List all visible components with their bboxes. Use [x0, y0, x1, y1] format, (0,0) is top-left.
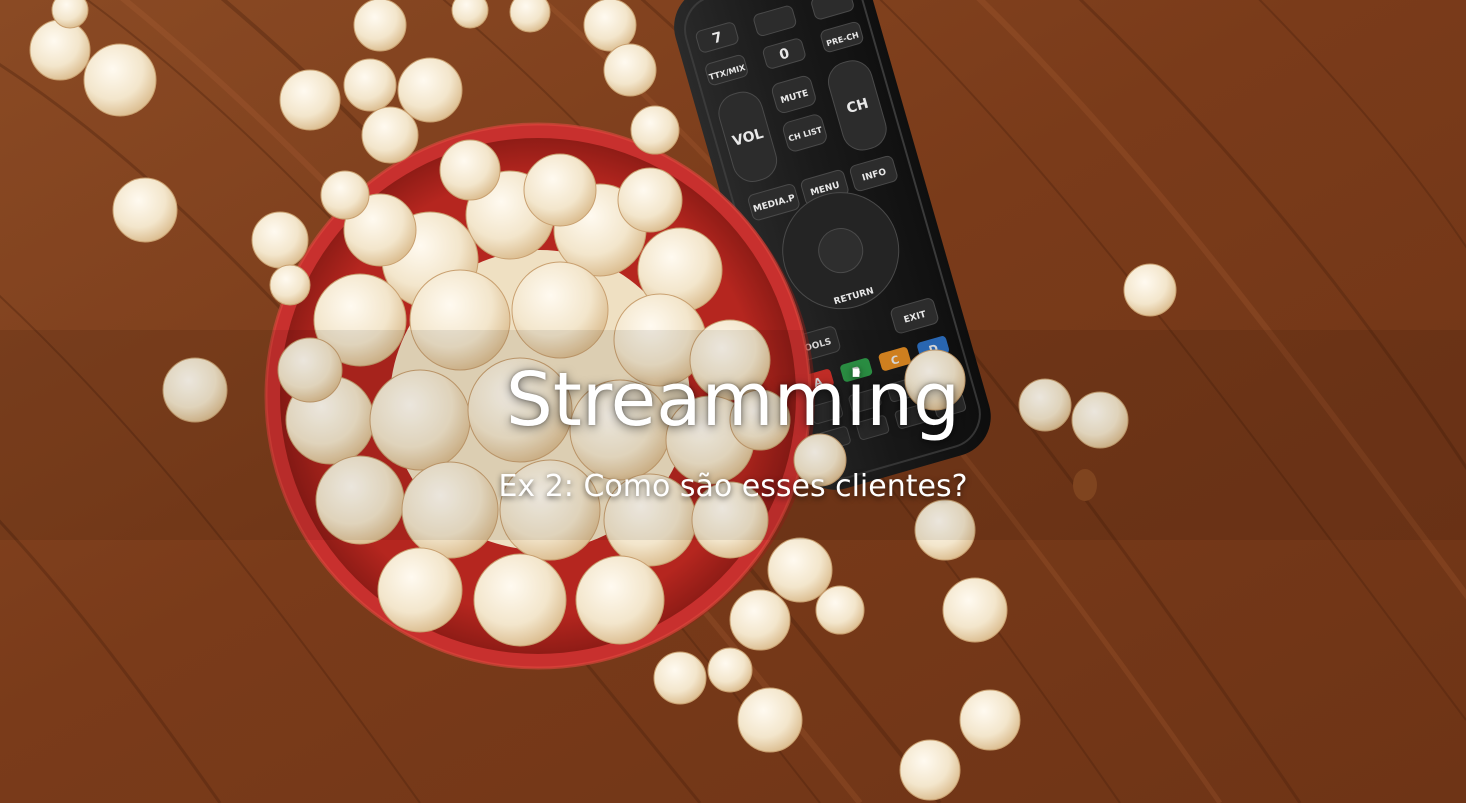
- background-photo: 7 0 PRE-CH TTX/MIX MUTE VOL CH CH LIST M…: [0, 0, 1466, 803]
- text-shade: [0, 330, 1466, 540]
